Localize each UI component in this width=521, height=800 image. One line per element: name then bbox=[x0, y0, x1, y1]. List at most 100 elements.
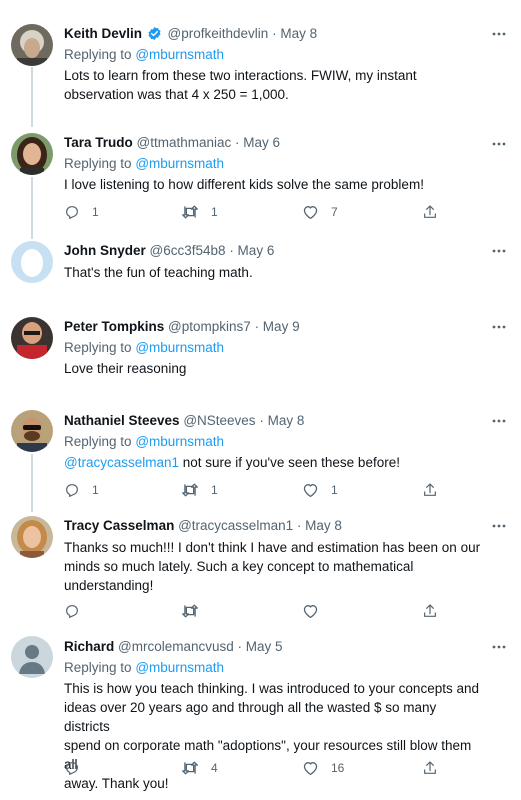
author-name[interactable]: John Snyder bbox=[64, 243, 146, 258]
tweet-text: @tracycasselman1 not sure if you've seen… bbox=[64, 453, 481, 472]
reply-icon bbox=[66, 605, 78, 618]
reply-icon bbox=[66, 484, 78, 497]
more-icon[interactable] bbox=[491, 322, 507, 332]
reply-count: 1 bbox=[92, 205, 99, 219]
avatar[interactable] bbox=[11, 24, 53, 66]
tweet-actions: 1 1 1 bbox=[64, 480, 444, 500]
retweet-icon bbox=[182, 604, 198, 618]
avatar[interactable] bbox=[11, 317, 53, 359]
replying-to-handle[interactable]: @mburnsmath bbox=[135, 47, 224, 62]
tweet-date[interactable]: · May 6 bbox=[235, 135, 280, 150]
more-icon[interactable] bbox=[491, 521, 507, 531]
reply-button[interactable] bbox=[64, 758, 92, 778]
author-handle[interactable]: @6cc3f54b8 bbox=[150, 243, 226, 258]
replying-to: Replying to @mburnsmath bbox=[64, 154, 481, 174]
retweet-button[interactable]: 4 bbox=[181, 758, 218, 778]
retweet-button[interactable]: 1 bbox=[181, 202, 218, 222]
avatar[interactable] bbox=[11, 636, 53, 678]
retweet-button[interactable] bbox=[181, 601, 211, 621]
replying-to-handle[interactable]: @mburnsmath bbox=[135, 434, 224, 449]
tweet-keith-devlin[interactable]: Keith Devlin @profkeithdevlin · May 8 Re… bbox=[0, 0, 521, 120]
reply-button[interactable]: 1 bbox=[64, 202, 99, 222]
tweet-text-line: understanding! bbox=[64, 578, 154, 593]
tweet-date[interactable]: · May 5 bbox=[238, 639, 283, 654]
author-handle[interactable]: @ttmathmaniac bbox=[137, 135, 232, 150]
avatar[interactable] bbox=[11, 241, 53, 283]
replying-to-label: Replying to bbox=[64, 340, 132, 355]
author-handle[interactable]: @ptompkins7 bbox=[168, 319, 251, 334]
tweet-date[interactable]: · May 6 bbox=[229, 243, 274, 258]
share-button[interactable] bbox=[422, 758, 438, 778]
replying-to-label: Replying to bbox=[64, 47, 132, 62]
share-icon bbox=[424, 604, 436, 617]
reply-button[interactable]: 1 bbox=[64, 480, 99, 500]
tweet-nathaniel-steeves[interactable]: Nathaniel Steeves @NSteeves · May 8 Repl… bbox=[0, 404, 521, 510]
like-button[interactable]: 7 bbox=[302, 202, 338, 222]
retweet-count: 1 bbox=[211, 483, 218, 497]
tweet-actions: 4 16 bbox=[64, 758, 444, 778]
replying-to-label: Replying to bbox=[64, 660, 132, 675]
like-button[interactable]: 1 bbox=[302, 480, 338, 500]
like-count: 1 bbox=[331, 483, 338, 497]
more-icon[interactable] bbox=[491, 139, 507, 149]
more-icon[interactable] bbox=[491, 29, 507, 39]
share-button[interactable] bbox=[422, 601, 438, 621]
tweet-text-line: ideas over 20 years ago and through all … bbox=[64, 700, 437, 734]
tweet-text: Love their reasoning bbox=[64, 361, 187, 376]
tweet-actions: 1 1 7 bbox=[64, 202, 444, 222]
like-button[interactable]: 16 bbox=[302, 758, 344, 778]
tweet-date[interactable]: · May 8 bbox=[272, 26, 317, 41]
like-button[interactable] bbox=[302, 601, 331, 621]
author-handle[interactable]: @tracycasselman1 bbox=[178, 518, 293, 533]
like-icon bbox=[303, 484, 318, 498]
reply-count: 1 bbox=[92, 483, 99, 497]
tweet-text: Thanks so much!!! I don't think I have a… bbox=[64, 538, 481, 595]
tweet-date[interactable]: · May 9 bbox=[255, 319, 300, 334]
tweet-text-line: minds so much lately. Such a key concept… bbox=[64, 559, 414, 574]
avatar[interactable] bbox=[11, 133, 53, 175]
author-name[interactable]: Tracy Casselman bbox=[64, 518, 174, 533]
more-icon[interactable] bbox=[491, 246, 507, 256]
replying-to-handle[interactable]: @mburnsmath bbox=[135, 156, 224, 171]
author-handle[interactable]: @profkeithdevlin bbox=[168, 26, 269, 41]
tweet-date[interactable]: · May 8 bbox=[259, 413, 304, 428]
retweet-button[interactable]: 1 bbox=[181, 480, 218, 500]
reply-button[interactable] bbox=[64, 601, 92, 621]
more-icon[interactable] bbox=[491, 416, 507, 426]
author-name[interactable]: Richard bbox=[64, 639, 114, 654]
tweet-tracy-casselman[interactable]: Tracy Casselman @tracycasselman1 · May 8… bbox=[0, 510, 521, 628]
author-name[interactable]: Tara Trudo bbox=[64, 135, 133, 150]
replying-to-handle[interactable]: @mburnsmath bbox=[135, 660, 224, 675]
replying-to-handle[interactable]: @mburnsmath bbox=[135, 340, 224, 355]
avatar[interactable] bbox=[11, 410, 53, 452]
share-icon bbox=[424, 761, 436, 774]
replying-to: Replying to @mburnsmath bbox=[64, 432, 481, 452]
verified-badge-icon bbox=[148, 26, 161, 41]
tweet-john-snyder[interactable]: John Snyder @6cc3f54b8 · May 6 That's th… bbox=[0, 230, 521, 310]
tweet-text-line: Thanks so much!!! I don't think I have a… bbox=[64, 540, 481, 555]
author-name[interactable]: Nathaniel Steeves bbox=[64, 413, 180, 428]
author-handle[interactable]: @NSteeves bbox=[183, 413, 255, 428]
more-icon[interactable] bbox=[491, 642, 507, 652]
tweet-date[interactable]: · May 8 bbox=[297, 518, 342, 533]
like-icon bbox=[303, 605, 318, 619]
replying-to-label: Replying to bbox=[64, 434, 132, 449]
tweet-text-rest: not sure if you've seen these before! bbox=[179, 455, 400, 470]
mention-link[interactable]: @tracycasselman1 bbox=[64, 455, 179, 470]
tweet-peter-tompkins[interactable]: Peter Tompkins @ptompkins7 · May 9 Reply… bbox=[0, 310, 521, 404]
author-handle[interactable]: @mrcolemancvusd bbox=[118, 639, 234, 654]
tweet-text-line: This is how you teach thinking. I was in… bbox=[64, 681, 479, 696]
tweet-tara-trudo[interactable]: Tara Trudo @ttmathmaniac · May 6 Replyin… bbox=[0, 120, 521, 230]
avatar[interactable] bbox=[11, 516, 53, 558]
author-name[interactable]: Keith Devlin bbox=[64, 26, 142, 41]
tweet-richard[interactable]: Richard @mrcolemancvusd · May 5 Replying… bbox=[0, 628, 521, 800]
author-name[interactable]: Peter Tompkins bbox=[64, 319, 164, 334]
reply-icon bbox=[66, 206, 78, 219]
share-icon bbox=[424, 205, 436, 218]
share-button[interactable] bbox=[422, 480, 438, 500]
tweet-text: I love listening to how different kids s… bbox=[64, 177, 424, 192]
retweet-icon bbox=[182, 483, 198, 497]
replying-to: Replying to @mburnsmath bbox=[64, 658, 481, 678]
reply-thread-feed: Keith Devlin @profkeithdevlin · May 8 Re… bbox=[0, 0, 521, 800]
share-button[interactable] bbox=[422, 202, 438, 222]
